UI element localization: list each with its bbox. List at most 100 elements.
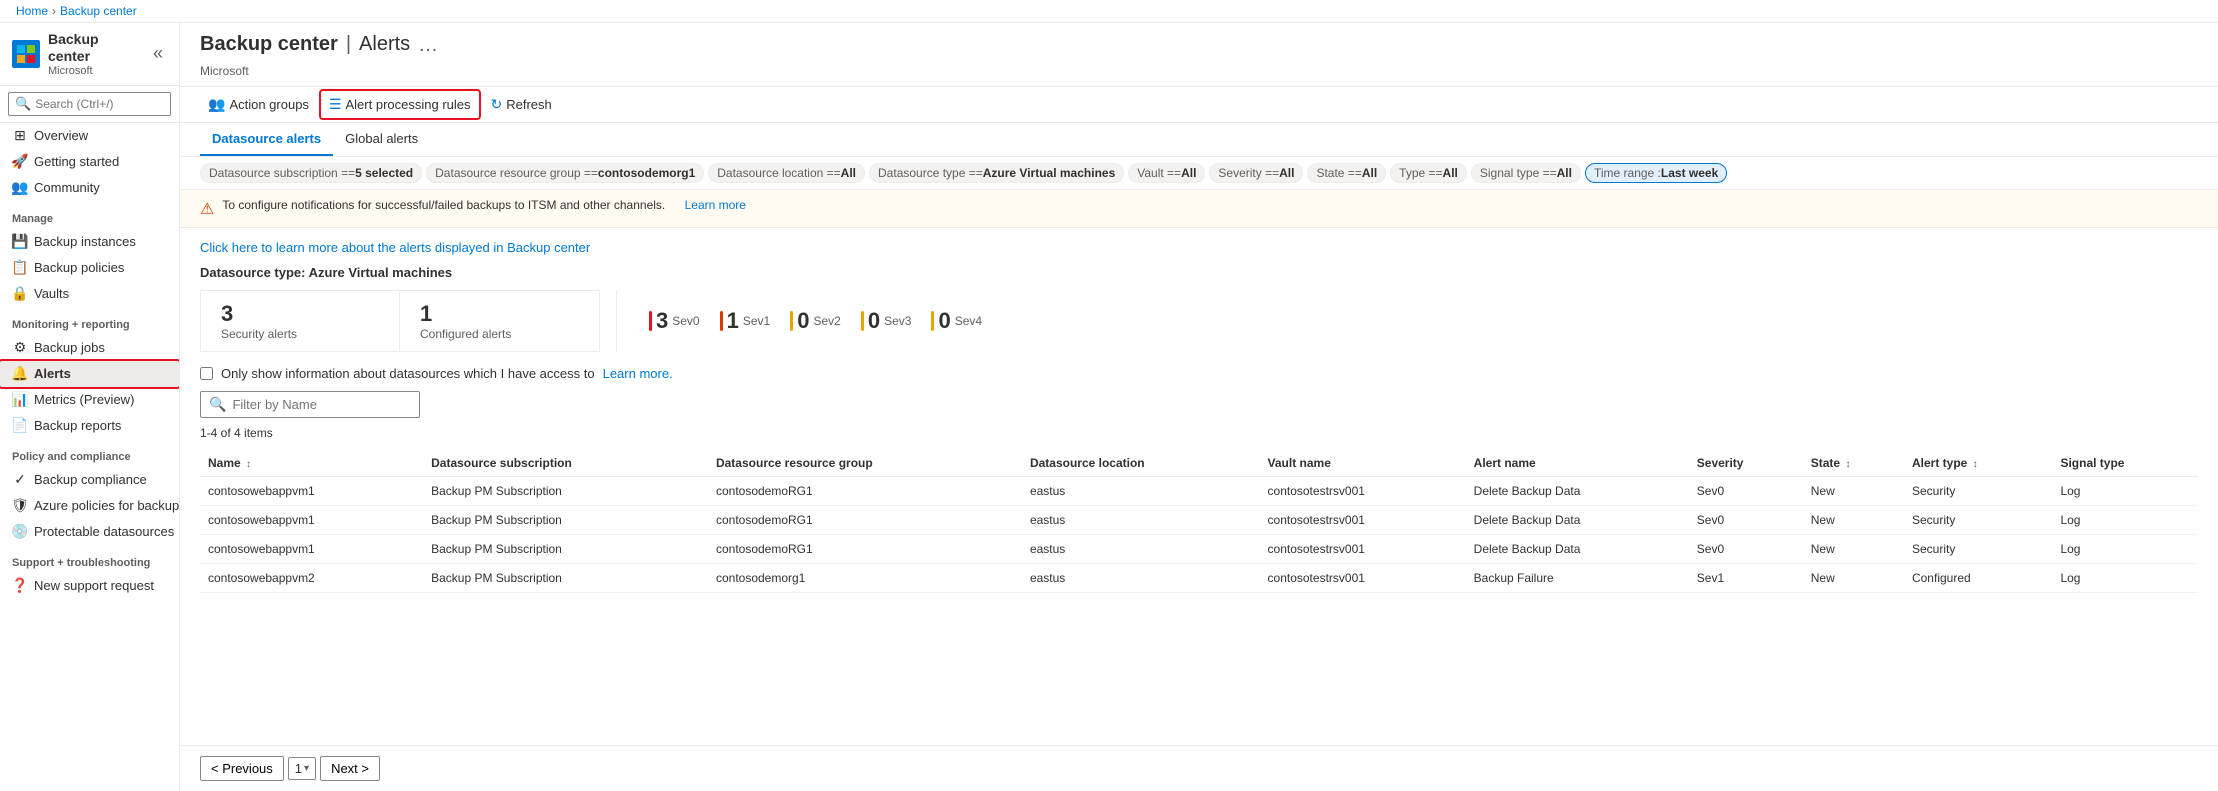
alert-processing-rules-button[interactable]: ☰ Alert processing rules — [321, 91, 479, 118]
sidebar-logo — [12, 40, 40, 68]
sidebar-item-backup-compliance[interactable]: ✓ Backup compliance — [0, 467, 179, 493]
breadcrumb-section[interactable]: Backup center — [60, 4, 137, 18]
backup-reports-icon: 📄 — [12, 418, 28, 434]
alert-info-link[interactable]: Click here to learn more about the alert… — [200, 240, 590, 255]
sidebar-item-new-support[interactable]: ❓New support request — [0, 573, 179, 599]
cell-ds_location-3: eastus — [1022, 564, 1260, 593]
sidebar-item-metrics[interactable]: 📊Metrics (Preview) — [0, 387, 179, 413]
sidebar-item-protectable-datasources[interactable]: 💿Protectable datasources — [0, 519, 179, 545]
sort-icon: ↕ — [246, 459, 251, 470]
sidebar-item-community[interactable]: 👥Community — [0, 175, 179, 201]
summary-row: 3Security alerts1Configured alerts 3Sev0 1… — [200, 290, 2198, 352]
sort-icon: ↕ — [1973, 459, 1978, 470]
cell-name-0: contosowebappvm1 — [200, 477, 423, 506]
sidebar-item-vaults-label: Vaults — [34, 286, 69, 301]
sidebar-search-box[interactable]: 🔍 — [8, 92, 171, 116]
action-groups-button[interactable]: 👥 Action groups — [200, 91, 317, 118]
table-row[interactable]: contosowebappvm1Backup PM Subscriptionco… — [200, 506, 2198, 535]
filter-bar: Datasource subscription == 5 selectedDat… — [180, 157, 2218, 190]
severity-sev3[interactable]: 0Sev3 — [861, 308, 912, 334]
tab-global[interactable]: Global alerts — [333, 123, 430, 156]
page-org: Microsoft — [200, 64, 2198, 78]
col-header-state[interactable]: State ↕ — [1803, 448, 1904, 477]
sidebar-item-azure-policies-label: Azure policies for backup — [34, 498, 179, 513]
sidebar-app-title: Backup center — [48, 31, 141, 65]
tab-datasource[interactable]: Datasource alerts — [200, 123, 333, 156]
sidebar-header: Backup center Microsoft « — [0, 23, 179, 86]
alert-processing-rules-icon: ☰ — [329, 96, 342, 113]
cell-alert_type-0: Security — [1904, 477, 2052, 506]
severity-items: 3Sev0 1Sev1 0Sev2 0Sev3 0Sev4 — [649, 308, 982, 334]
page-title: Backup center — [200, 33, 338, 56]
sidebar-item-getting-started-label: Getting started — [34, 154, 119, 169]
filter-input-box[interactable]: 🔍 — [200, 391, 420, 418]
sidebar-item-getting-started[interactable]: 🚀Getting started — [0, 149, 179, 175]
next-page-button[interactable]: Next > — [320, 756, 380, 781]
page-number-select[interactable]: 1 ▾ — [288, 757, 316, 780]
summary-card-1[interactable]: 1Configured alerts — [400, 290, 600, 352]
sidebar-item-overview-label: Overview — [34, 128, 88, 143]
filter-pill-9[interactable]: Time range : Last week — [1585, 163, 1727, 183]
col-header-name[interactable]: Name ↕ — [200, 448, 423, 477]
sidebar-item-backup-compliance-label: Backup compliance — [34, 472, 147, 487]
more-btn[interactable]: … — [418, 35, 438, 55]
content-area: Click here to learn more about the alert… — [180, 228, 2218, 745]
sidebar-item-backup-reports[interactable]: 📄Backup reports — [0, 413, 179, 439]
backup-compliance-icon: ✓ — [12, 472, 28, 488]
col-header-alert_type[interactable]: Alert type ↕ — [1904, 448, 2052, 477]
table-row[interactable]: contosowebappvm1Backup PM Subscriptionco… — [200, 477, 2198, 506]
checkbox-row: Only show information about datasources … — [200, 366, 2198, 381]
sidebar-item-alerts[interactable]: 🔔Alerts — [0, 361, 179, 387]
search-icon: 🔍 — [15, 96, 31, 112]
access-checkbox[interactable] — [200, 367, 213, 380]
sidebar-collapse-btn[interactable]: « — [149, 43, 167, 64]
filter-pill-3[interactable]: Datasource type == Azure Virtual machine… — [869, 163, 1124, 183]
data-table: Name ↕Datasource subscriptionDatasource … — [200, 448, 2198, 593]
protectable-datasources-icon: 💿 — [12, 524, 28, 540]
table-row[interactable]: contosowebappvm2Backup PM Subscriptionco… — [200, 564, 2198, 593]
breadcrumb-home[interactable]: Home — [16, 4, 48, 18]
cell-ds_subscription-0: Backup PM Subscription — [423, 477, 708, 506]
cell-ds_resource_group-3: contosodemorg1 — [708, 564, 1022, 593]
cell-alert_type-2: Security — [1904, 535, 2052, 564]
sidebar-item-alerts-label: Alerts — [34, 366, 71, 381]
sidebar-item-vaults[interactable]: 🔒Vaults — [0, 281, 179, 307]
info-banner: ⚠ To configure notifications for success… — [180, 190, 2218, 228]
filter-pill-8[interactable]: Signal type == All — [1471, 163, 1581, 183]
filter-pill-7[interactable]: Type == All — [1390, 163, 1467, 183]
sidebar-item-backup-jobs[interactable]: ⚙Backup jobs — [0, 335, 179, 361]
cell-state-3: New — [1803, 564, 1904, 593]
sidebar-item-azure-policies[interactable]: 🛡Azure policies for backup — [0, 493, 179, 519]
severity-sev0[interactable]: 3Sev0 — [649, 308, 700, 334]
filter-pill-1[interactable]: Datasource resource group == contosodemo… — [426, 163, 704, 183]
sidebar-search[interactable]: 🔍 — [0, 86, 179, 123]
filter-pill-5[interactable]: Severity == All — [1209, 163, 1303, 183]
refresh-button[interactable]: ↻ Refresh — [483, 91, 560, 118]
severity-sev2[interactable]: 0Sev2 — [790, 308, 841, 334]
severity-sev4[interactable]: 0Sev4 — [931, 308, 982, 334]
cell-signal_type-1: Log — [2052, 506, 2198, 535]
filter-pill-2[interactable]: Datasource location == All — [708, 163, 865, 183]
summary-card-0[interactable]: 3Security alerts — [200, 290, 400, 352]
backup-policies-icon: 📋 — [12, 260, 28, 276]
col-header-ds_resource_group: Datasource resource group — [708, 448, 1022, 477]
search-input[interactable] — [35, 97, 164, 111]
cell-signal_type-0: Log — [2052, 477, 2198, 506]
sidebar-item-overview[interactable]: ⊞Overview — [0, 123, 179, 149]
info-banner-link[interactable]: Learn more — [685, 198, 746, 212]
toolbar: 👥 Action groups ☰ Alert processing rules… — [180, 87, 2218, 123]
filter-pill-6[interactable]: State == All — [1307, 163, 1386, 183]
checkbox-learn-more-link[interactable]: Learn more. — [603, 366, 673, 381]
severity-sev1[interactable]: 1Sev1 — [720, 308, 771, 334]
action-groups-icon: 👥 — [208, 96, 225, 113]
prev-page-button[interactable]: < Previous — [200, 756, 284, 781]
table-row[interactable]: contosowebappvm1Backup PM Subscriptionco… — [200, 535, 2198, 564]
sidebar-section-label: Support + troubleshooting — [0, 545, 179, 573]
sidebar-item-new-support-label: New support request — [34, 578, 154, 593]
sidebar-item-backup-policies[interactable]: 📋Backup policies — [0, 255, 179, 281]
sidebar-item-backup-instances[interactable]: 💾Backup instances — [0, 229, 179, 255]
filter-pill-4[interactable]: Vault == All — [1128, 163, 1205, 183]
filter-by-name-input[interactable] — [232, 397, 411, 412]
filter-pill-0[interactable]: Datasource subscription == 5 selected — [200, 163, 422, 183]
community-icon: 👥 — [12, 180, 28, 196]
